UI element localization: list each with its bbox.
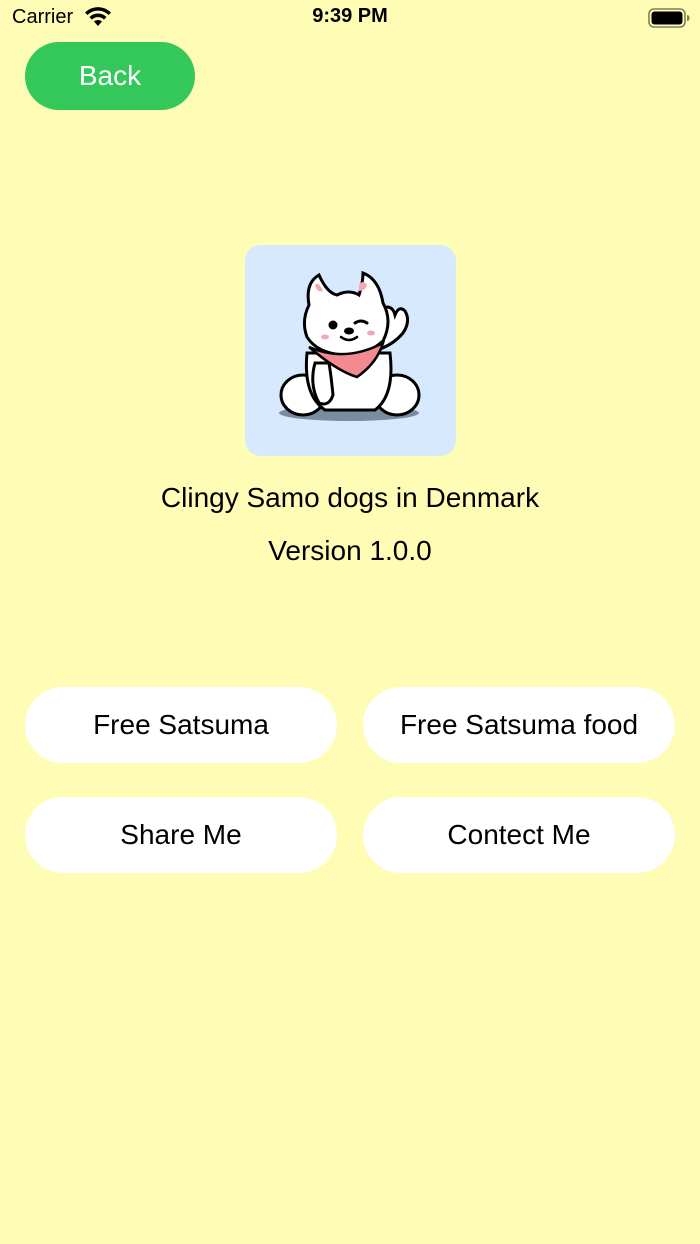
battery-icon: [648, 8, 690, 28]
free-satsuma-food-button[interactable]: Free Satsuma food: [363, 687, 675, 763]
back-button-label: Back: [78, 60, 142, 91]
app-name: Clingy Samo dogs in Denmark: [160, 482, 540, 513]
contect-me-button[interactable]: Contect Me: [363, 797, 675, 873]
share-me-button[interactable]: Share Me: [25, 797, 337, 873]
contect-me-label: Contect Me: [447, 819, 591, 850]
app-icon: [245, 245, 456, 456]
share-me-label: Share Me: [120, 819, 242, 850]
free-satsuma-food-label: Free Satsuma food: [399, 709, 639, 740]
app-version: Version 1.0.0: [268, 535, 432, 566]
back-button[interactable]: Back: [25, 42, 195, 110]
clock: 9:39 PM: [312, 5, 388, 27]
free-satsuma-label: Free Satsuma: [93, 709, 269, 740]
samoyed-dog-icon: [279, 270, 421, 421]
status-bar: Carrier 9:39 PM: [0, 0, 700, 36]
free-satsuma-button[interactable]: Free Satsuma: [25, 687, 337, 763]
